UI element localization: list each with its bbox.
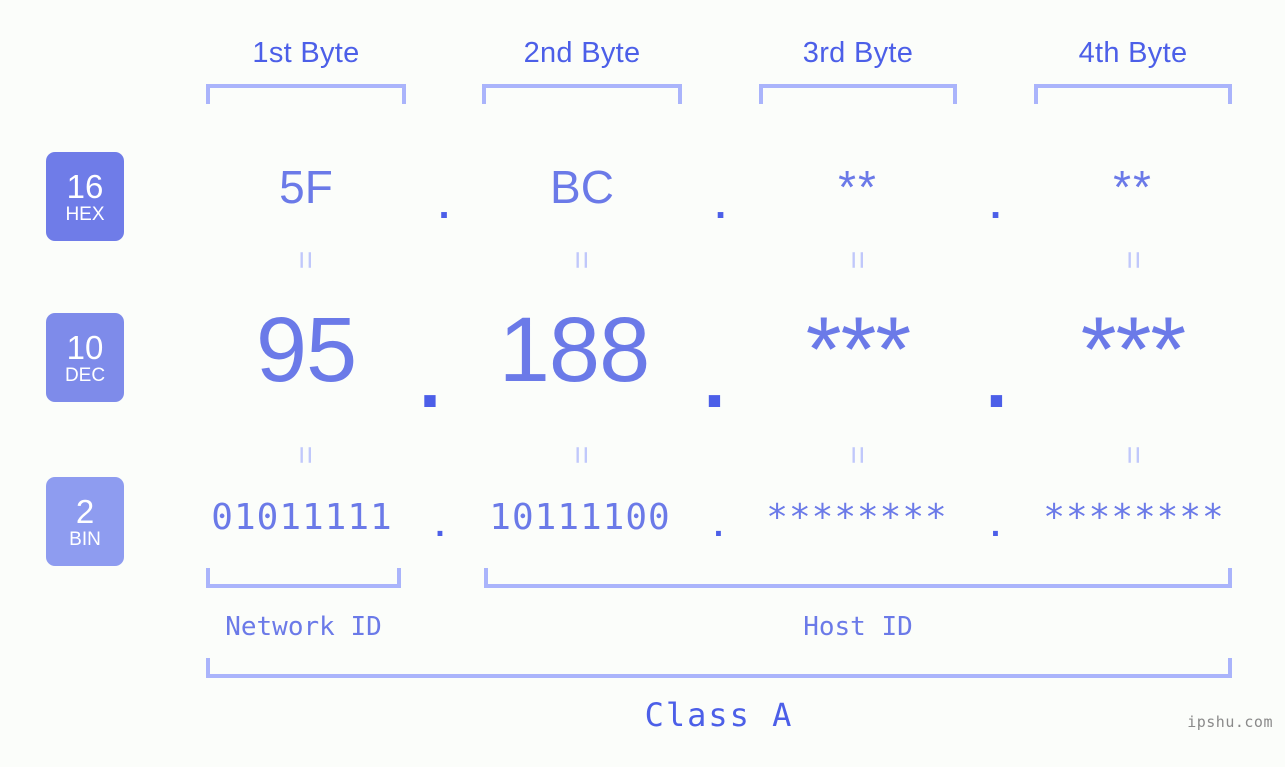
- hex-octet-4: **: [1113, 161, 1153, 213]
- bracket-class: [206, 658, 1232, 678]
- byte-header-4: 4th Byte: [1078, 37, 1188, 69]
- ip-breakdown-diagram: 1st Byte 2nd Byte 3rd Byte 4th Byte 16 H…: [0, 0, 1285, 767]
- class-label: Class A: [644, 696, 794, 734]
- base-badge-dec-number: 10: [66, 328, 104, 366]
- byte-header-1: 1st Byte: [252, 37, 360, 69]
- base-badge-dec: 10 DEC: [46, 313, 124, 402]
- hex-octet-3: **: [838, 161, 878, 213]
- hex-separator-1: .: [438, 183, 450, 227]
- dec-separator-1: .: [418, 335, 442, 424]
- equals-dec-bin-1: =: [288, 445, 324, 465]
- base-badge-hex-name: HEX: [65, 203, 105, 225]
- equals-hex-dec-1: =: [288, 250, 324, 270]
- bin-octet-1: 01011111: [211, 497, 393, 538]
- equals-dec-bin-3: =: [840, 445, 876, 465]
- bin-octet-3: ********: [766, 497, 948, 538]
- bracket-byte-2: [482, 84, 682, 104]
- base-badge-dec-name: DEC: [64, 364, 106, 386]
- base-badge-hex: 16 HEX: [46, 152, 124, 241]
- base-badge-bin-name: BIN: [69, 528, 101, 550]
- hex-octet-2: BC: [550, 161, 614, 213]
- hex-octet-1: 5F: [279, 161, 333, 213]
- bracket-byte-1: [206, 84, 406, 104]
- base-badge-bin: 2 BIN: [46, 477, 124, 566]
- base-badge-hex-number: 16: [66, 167, 104, 205]
- bin-separator-1: .: [435, 506, 445, 544]
- dec-octet-3: ***: [805, 299, 911, 401]
- dec-separator-3: .: [985, 335, 1008, 424]
- bin-separator-3: .: [990, 506, 1001, 544]
- hex-separator-2: .: [714, 183, 727, 227]
- hex-separator-3: .: [989, 183, 1002, 227]
- bin-octet-4: ********: [1043, 497, 1225, 538]
- bracket-byte-4: [1034, 84, 1232, 104]
- bracket-network-id: [206, 568, 401, 588]
- base-badge-bin-number: 2: [75, 492, 95, 530]
- dec-octet-2: 188: [498, 299, 651, 401]
- host-id-label: Host ID: [803, 612, 913, 642]
- bin-octet-2: 10111100: [489, 497, 671, 538]
- bracket-host-id: [484, 568, 1232, 588]
- equals-dec-bin-4: =: [1116, 445, 1152, 465]
- equals-hex-dec-2: =: [564, 250, 600, 270]
- network-id-label: Network ID: [225, 612, 382, 642]
- bin-separator-2: .: [713, 506, 724, 544]
- dec-octet-1: 95: [255, 299, 357, 401]
- watermark: ipshu.com: [1187, 713, 1273, 731]
- equals-dec-bin-2: =: [564, 445, 600, 465]
- equals-hex-dec-4: =: [1116, 250, 1152, 270]
- equals-hex-dec-3: =: [840, 250, 876, 270]
- bracket-byte-3: [759, 84, 957, 104]
- byte-header-3: 3rd Byte: [802, 37, 914, 69]
- byte-header-2: 2nd Byte: [523, 37, 641, 69]
- dec-octet-4: ***: [1080, 299, 1186, 401]
- dec-separator-2: .: [703, 335, 726, 424]
